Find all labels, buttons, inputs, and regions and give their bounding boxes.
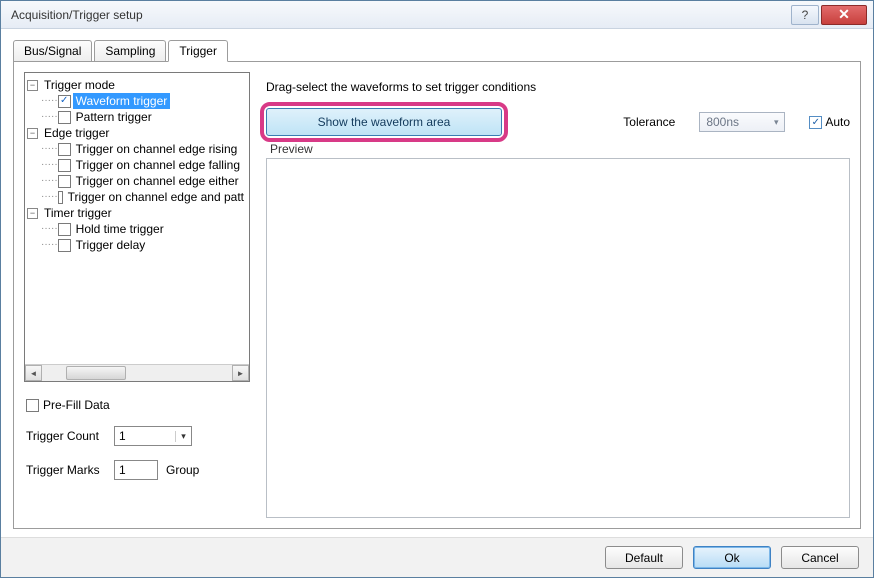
collapse-icon[interactable]: − xyxy=(27,80,38,91)
top-controls-row: Show the waveform area Tolerance 800ns ▾… xyxy=(266,108,850,136)
tab-strip: Bus/Signal Sampling Trigger xyxy=(13,39,861,61)
button-bar: Default Ok Cancel xyxy=(1,537,873,577)
checkbox-waveform-trigger[interactable]: ✓ xyxy=(58,95,71,108)
prefill-row: Pre-Fill Data xyxy=(26,398,248,412)
tree-node-edge-rising[interactable]: ····· Trigger on channel edge rising xyxy=(27,141,247,157)
scroll-left-icon[interactable]: ◄ xyxy=(25,365,42,381)
prefill-label: Pre-Fill Data xyxy=(43,398,110,412)
checkbox-auto[interactable]: ✓ xyxy=(809,116,822,129)
collapse-icon[interactable]: − xyxy=(27,208,38,219)
trigger-marks-row: Trigger Marks 1 Group xyxy=(26,460,248,480)
trigger-count-combo[interactable]: 1 ▾ xyxy=(114,426,192,446)
trigger-marks-input[interactable]: 1 xyxy=(114,460,158,480)
dialog-window: Acquisition/Trigger setup ? ✕ Bus/Signal… xyxy=(0,0,874,578)
cancel-button[interactable]: Cancel xyxy=(781,546,859,569)
trigger-count-row: Trigger Count 1 ▾ xyxy=(26,426,248,446)
scroll-track[interactable] xyxy=(42,365,232,381)
trigger-tab-pane: − Trigger mode ····· ✓ Waveform trigger … xyxy=(13,61,861,529)
tree-node-trigger-delay[interactable]: ····· Trigger delay xyxy=(27,237,247,253)
tree-node-edge-and-pattern[interactable]: ····· Trigger on channel edge and patt xyxy=(27,189,247,205)
trigger-marks-label: Trigger Marks xyxy=(26,463,106,477)
tree-node-trigger-mode[interactable]: − Trigger mode xyxy=(27,77,247,93)
checkbox-edge-and-pattern[interactable] xyxy=(58,191,63,204)
group-label: Group xyxy=(166,463,199,477)
tree-body: − Trigger mode ····· ✓ Waveform trigger … xyxy=(25,73,249,364)
window-title: Acquisition/Trigger setup xyxy=(7,8,789,22)
checkbox-pattern-trigger[interactable] xyxy=(58,111,71,124)
client-area: Bus/Signal Sampling Trigger − Trigger mo… xyxy=(1,29,873,537)
checkbox-prefill-data[interactable] xyxy=(26,399,39,412)
close-button[interactable]: ✕ xyxy=(821,5,867,25)
collapse-icon[interactable]: − xyxy=(27,128,38,139)
tree-node-timer-trigger[interactable]: − Timer trigger xyxy=(27,205,247,221)
auto-checkbox-wrap: ✓ Auto xyxy=(809,115,850,129)
instruction-text: Drag-select the waveforms to set trigger… xyxy=(266,80,850,94)
show-waveform-wrap: Show the waveform area xyxy=(266,108,502,136)
left-column: − Trigger mode ····· ✓ Waveform trigger … xyxy=(24,72,250,518)
tree-horizontal-scrollbar[interactable]: ◄ ► xyxy=(25,364,249,381)
checkbox-trigger-delay[interactable] xyxy=(58,239,71,252)
tab-sampling[interactable]: Sampling xyxy=(94,40,166,61)
tab-trigger[interactable]: Trigger xyxy=(168,40,228,62)
tree-node-edge-trigger[interactable]: − Edge trigger xyxy=(27,125,247,141)
lower-left-panel: Pre-Fill Data Trigger Count 1 ▾ Trigger … xyxy=(24,392,250,486)
chevron-down-icon: ▾ xyxy=(175,431,191,442)
tolerance-combo[interactable]: 800ns ▾ xyxy=(699,112,785,132)
tree-node-waveform-trigger[interactable]: ····· ✓ Waveform trigger xyxy=(27,93,247,109)
checkbox-edge-either[interactable] xyxy=(58,175,71,188)
trigger-count-label: Trigger Count xyxy=(26,429,106,443)
tree-node-pattern-trigger[interactable]: ····· Pattern trigger xyxy=(27,109,247,125)
scroll-thumb[interactable] xyxy=(66,366,126,380)
preview-area xyxy=(266,158,850,518)
right-column: Drag-select the waveforms to set trigger… xyxy=(262,72,850,518)
auto-label: Auto xyxy=(825,115,850,129)
checkbox-edge-falling[interactable] xyxy=(58,159,71,172)
preview-label: Preview xyxy=(266,142,850,156)
tab-bus-signal[interactable]: Bus/Signal xyxy=(13,40,92,61)
tolerance-label: Tolerance xyxy=(623,115,675,129)
show-waveform-button[interactable]: Show the waveform area xyxy=(266,108,502,136)
checkbox-edge-rising[interactable] xyxy=(58,143,71,156)
default-button[interactable]: Default xyxy=(605,546,683,569)
checkbox-hold-time[interactable] xyxy=(58,223,71,236)
tree-node-edge-falling[interactable]: ····· Trigger on channel edge falling xyxy=(27,157,247,173)
scroll-right-icon[interactable]: ► xyxy=(232,365,249,381)
tree-node-hold-time[interactable]: ····· Hold time trigger xyxy=(27,221,247,237)
chevron-down-icon: ▾ xyxy=(768,117,784,128)
help-button[interactable]: ? xyxy=(791,5,819,25)
ok-button[interactable]: Ok xyxy=(693,546,771,569)
trigger-tree: − Trigger mode ····· ✓ Waveform trigger … xyxy=(24,72,250,382)
tree-node-edge-either[interactable]: ····· Trigger on channel edge either xyxy=(27,173,247,189)
titlebar: Acquisition/Trigger setup ? ✕ xyxy=(1,1,873,29)
